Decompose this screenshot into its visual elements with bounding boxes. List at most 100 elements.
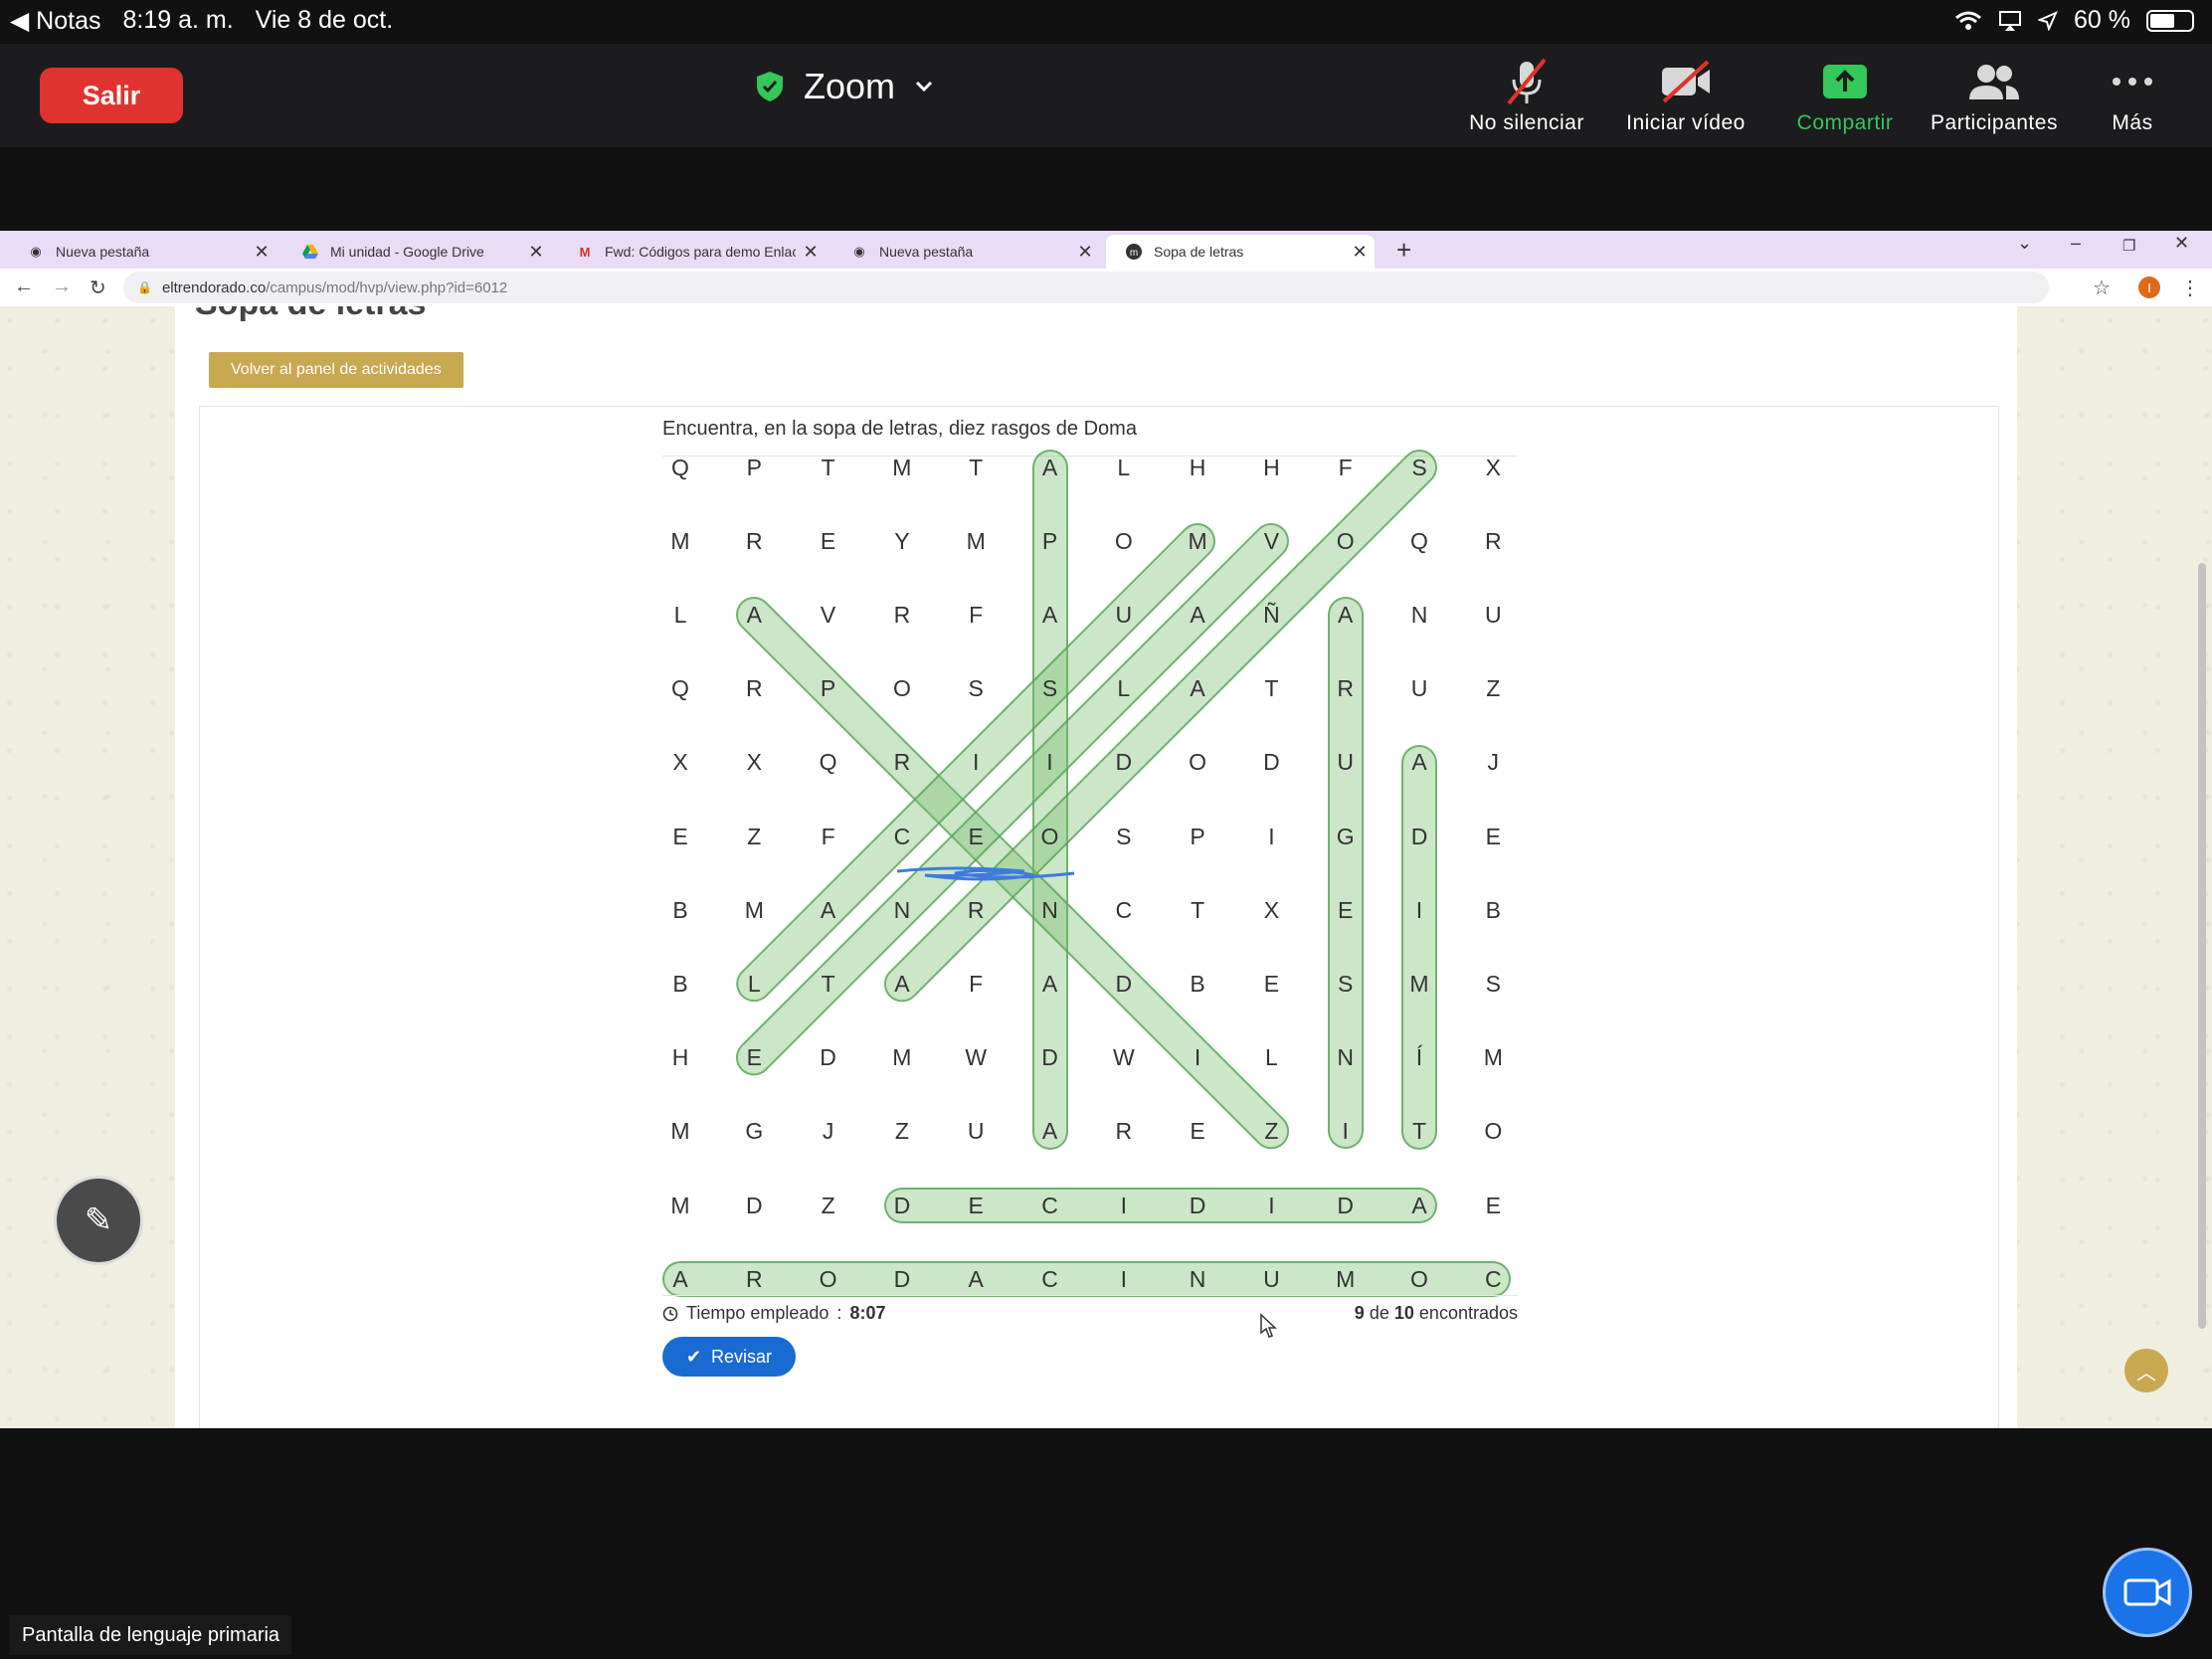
grid-letter[interactable]: U	[1456, 578, 1530, 651]
grid-letter[interactable]: E	[717, 1021, 791, 1095]
grid-letter[interactable]: S	[1087, 800, 1161, 873]
grid-letter[interactable]: I	[1382, 873, 1456, 947]
grid-letter[interactable]: A	[1014, 1095, 1087, 1169]
grid-letter[interactable]: D	[1309, 1169, 1382, 1242]
grid-letter[interactable]: L	[644, 578, 717, 651]
grid-letter[interactable]: C	[1014, 1242, 1087, 1316]
menu-icon[interactable]: ⋮	[2180, 276, 2200, 300]
profile-avatar[interactable]: I	[2138, 276, 2160, 298]
grid-letter[interactable]: R	[1087, 1095, 1161, 1169]
grid-letter[interactable]: A	[1014, 947, 1087, 1020]
back-icon[interactable]: ←	[14, 276, 34, 298]
forward-icon[interactable]: →	[52, 276, 72, 298]
reload-icon[interactable]: ↻	[90, 276, 106, 300]
grid-letter[interactable]: P	[792, 652, 865, 726]
grid-letter[interactable]: D	[1161, 1169, 1234, 1242]
grid-letter[interactable]: O	[1087, 504, 1161, 578]
back-to-app-link[interactable]: ◀ Notas	[10, 6, 100, 36]
grid-letter[interactable]: E	[1456, 1169, 1530, 1242]
tab-google-drive[interactable]: Mi unidad - Google Drive ✕	[282, 235, 551, 269]
grid-letter[interactable]: T	[1161, 873, 1234, 947]
grid-letter[interactable]: Z	[717, 800, 791, 873]
grid-letter[interactable]: F	[939, 947, 1013, 1020]
back-to-activities-button[interactable]: Volver al panel de actividades	[209, 352, 463, 388]
unmute-button[interactable]: No silenciar	[1437, 58, 1616, 135]
grid-letter[interactable]: B	[1456, 873, 1530, 947]
grid-letter[interactable]: N	[1161, 1242, 1234, 1316]
start-video-button[interactable]: Iniciar vídeo	[1596, 58, 1775, 135]
grid-letter[interactable]: L	[1087, 431, 1161, 504]
grid-letter[interactable]: B	[644, 873, 717, 947]
grid-letter[interactable]: Í	[1382, 1021, 1456, 1095]
grid-letter[interactable]: M	[717, 873, 791, 947]
switch-camera-button[interactable]	[2103, 1548, 2192, 1637]
grid-letter[interactable]: Z	[792, 1169, 865, 1242]
meeting-title[interactable]: Zoom	[756, 66, 933, 107]
grid-letter[interactable]: S	[1014, 652, 1087, 726]
grid-letter[interactable]: P	[1014, 504, 1087, 578]
grid-letter[interactable]: O	[865, 652, 939, 726]
more-button[interactable]: Más	[2043, 58, 2212, 135]
grid-letter[interactable]: V	[792, 578, 865, 651]
grid-letter[interactable]: Z	[1456, 652, 1530, 726]
grid-letter[interactable]: M	[644, 1169, 717, 1242]
grid-letter[interactable]: I	[1234, 1169, 1308, 1242]
grid-letter[interactable]: E	[1309, 873, 1382, 947]
grid-letter[interactable]: A	[1014, 578, 1087, 651]
grid-letter[interactable]: I	[1087, 1242, 1161, 1316]
close-icon[interactable]: ✕	[521, 242, 551, 263]
grid-letter[interactable]: A	[1161, 578, 1234, 651]
grid-letter[interactable]: T	[792, 947, 865, 1020]
grid-letter[interactable]: R	[865, 578, 939, 651]
vertical-scrollbar[interactable]	[2196, 306, 2208, 1428]
grid-letter[interactable]: E	[792, 504, 865, 578]
grid-letter[interactable]: D	[1014, 1021, 1087, 1095]
grid-letter[interactable]: A	[717, 578, 791, 651]
grid-letter[interactable]: I	[1014, 726, 1087, 800]
close-window-icon[interactable]: ✕	[2174, 233, 2189, 254]
grid-letter[interactable]: Q	[792, 726, 865, 800]
bookmark-star-icon[interactable]: ☆	[2093, 276, 2111, 300]
grid-letter[interactable]: E	[1161, 1095, 1234, 1169]
grid-letter[interactable]: Q	[1382, 504, 1456, 578]
exit-meeting-button[interactable]: Salir	[40, 68, 183, 123]
grid-letter[interactable]: M	[1382, 947, 1456, 1020]
grid-letter[interactable]: Q	[644, 652, 717, 726]
grid-letter[interactable]: S	[1382, 431, 1456, 504]
grid-letter[interactable]: N	[1309, 1021, 1382, 1095]
grid-letter[interactable]: C	[865, 800, 939, 873]
scroll-to-top-button[interactable]: ︿	[2124, 1349, 2168, 1392]
grid-letter[interactable]: E	[939, 1169, 1013, 1242]
grid-letter[interactable]: H	[1234, 431, 1308, 504]
grid-letter[interactable]: C	[1014, 1169, 1087, 1242]
grid-letter[interactable]: U	[939, 1095, 1013, 1169]
grid-letter[interactable]: Q	[644, 431, 717, 504]
grid-letter[interactable]: M	[1456, 1021, 1530, 1095]
grid-letter[interactable]: Ñ	[1234, 578, 1308, 651]
grid-letter[interactable]: O	[1309, 504, 1382, 578]
grid-letter[interactable]: V	[1234, 504, 1308, 578]
grid-letter[interactable]: I	[1087, 1169, 1161, 1242]
grid-letter[interactable]: R	[717, 652, 791, 726]
grid-letter[interactable]: A	[939, 1242, 1013, 1316]
grid-letter[interactable]: L	[717, 947, 791, 1020]
grid-letter[interactable]: N	[1382, 578, 1456, 651]
grid-letter[interactable]: O	[1014, 800, 1087, 873]
tab-new-tab-1[interactable]: ◉ Nueva pestaña ✕	[8, 235, 276, 269]
grid-letter[interactable]: P	[717, 431, 791, 504]
grid-letter[interactable]: Z	[1234, 1095, 1308, 1169]
grid-letter[interactable]: U	[1382, 652, 1456, 726]
grid-letter[interactable]: S	[1456, 947, 1530, 1020]
new-tab-button[interactable]: +	[1396, 235, 1411, 266]
annotate-pencil-button[interactable]: ✎	[54, 1176, 143, 1265]
grid-letter[interactable]: M	[644, 504, 717, 578]
grid-letter[interactable]: X	[717, 726, 791, 800]
grid-letter[interactable]: E	[1456, 800, 1530, 873]
grid-letter[interactable]: R	[1309, 652, 1382, 726]
grid-letter[interactable]: M	[939, 504, 1013, 578]
tab-new-tab-2[interactable]: ◉ Nueva pestaña ✕	[831, 235, 1100, 269]
grid-letter[interactable]: T	[1382, 1095, 1456, 1169]
grid-letter[interactable]: Z	[865, 1095, 939, 1169]
grid-letter[interactable]: H	[644, 1021, 717, 1095]
grid-letter[interactable]: G	[717, 1095, 791, 1169]
